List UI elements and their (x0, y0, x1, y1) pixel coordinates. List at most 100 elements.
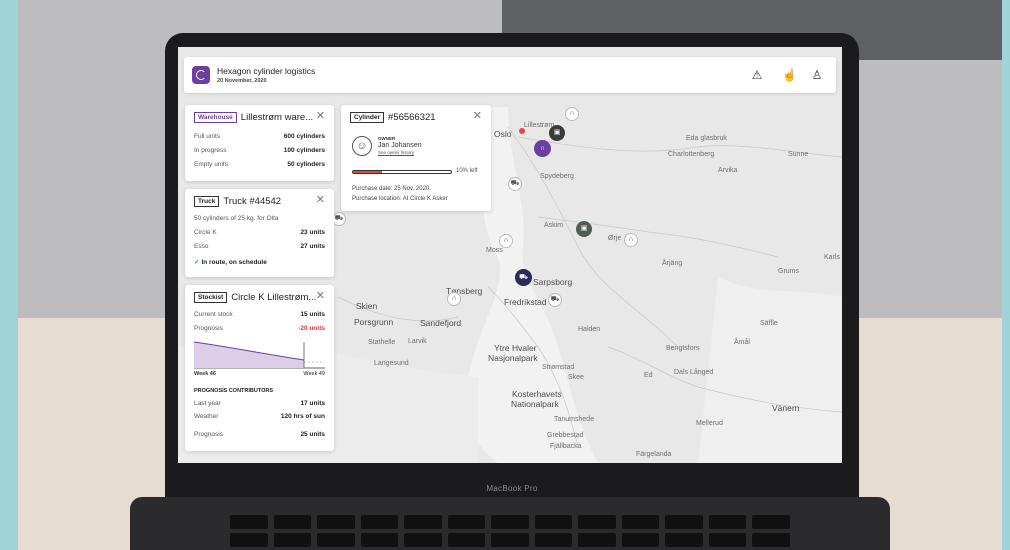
keyboard-row (230, 515, 790, 529)
alert-dot (519, 128, 525, 134)
contributors-heading: PROGNOSIS CONTRIBUTORS (194, 388, 274, 394)
stockist-map-pin[interactable]: ∩ (624, 233, 638, 247)
map-label: Halden (578, 326, 601, 333)
stockist-card[interactable]: Stockist Circle K Lillestrøm... ✕ Current… (185, 285, 334, 451)
map-label: Strømstad (542, 364, 575, 371)
warehouse-map-pin[interactable]: ▣ (549, 125, 565, 141)
user-icon[interactable]: ♙ (810, 68, 824, 82)
fill-level-bar (352, 170, 452, 174)
map-label: Spydeberg (540, 173, 574, 180)
app-title: Hexagon cylinder logistics (217, 66, 316, 76)
stockist-row: Current stock 15 units (194, 311, 325, 318)
map-label: Larvik (408, 338, 427, 345)
map-label: Skien (356, 301, 378, 311)
warehouse-row: Empty units 50 cylinders (194, 161, 325, 168)
keyboard-row (230, 533, 790, 547)
check-icon: ✓ (194, 259, 200, 266)
cylinder-title: #56566321 (388, 112, 436, 124)
warehouse-row: Full units 600 cylinders (194, 133, 325, 140)
map-label: Grebbestad (547, 432, 584, 439)
map-label: Fredrikstad (504, 297, 547, 307)
device-label: MacBook Pro (486, 484, 538, 493)
map-label: Ørje (608, 235, 622, 242)
chart-axis: Week 46 Week 49 (194, 371, 325, 377)
map-label: Sandefjord (420, 318, 462, 328)
warehouse-row: In progress 100 cylinders (194, 147, 325, 154)
card-title-row: Cylinder #56566321 (350, 112, 436, 123)
close-icon[interactable]: ✕ (316, 111, 325, 122)
prognosis-total-row: Prognosis 25 units (194, 431, 325, 438)
map-label: Charlottenberg (668, 151, 715, 158)
truck-tag: Truck (194, 196, 220, 207)
map-label: Dals Långed (674, 369, 714, 376)
hexagon-logo-icon[interactable] (192, 66, 210, 84)
card-title-row: Stockist Circle K Lillestrøm... (194, 292, 316, 303)
app-header: Hexagon cylinder logistics 20 November, … (184, 57, 836, 93)
selected-stockist-map-pin[interactable]: ∩ (534, 140, 551, 157)
map-label: Åmål (734, 339, 750, 346)
contributor-row: Weather 120 hrs of sun (194, 413, 325, 420)
purchase-location: Purchase location: At Circle K Asker (352, 196, 448, 202)
close-icon[interactable]: ✕ (316, 195, 325, 206)
stockist-row: Prognosis -20 units (194, 325, 325, 332)
truck-row: Circle K 23 units (194, 229, 325, 236)
close-icon[interactable]: ✕ (473, 111, 482, 122)
map-label: Sarpsborg (533, 277, 573, 287)
map-label: Moss (486, 247, 503, 254)
prognosis-chart (194, 341, 325, 369)
warehouse-title: Lillestrøm ware... (240, 112, 314, 124)
laptop-keyboard (130, 497, 890, 550)
map-label: Oslo (494, 129, 512, 139)
map-label: Porsgrunn (354, 317, 394, 327)
map-label: Säffle (760, 320, 778, 327)
background-frame-right (1002, 0, 1010, 550)
map-label: Kosterhavets (512, 389, 562, 399)
hand-icon[interactable]: ☝ (782, 68, 797, 82)
app-screen: Oslo Lillestrøm Eda glasbruk Charlottenb… (178, 47, 842, 463)
truck-map-pin[interactable]: ⛟ (508, 177, 522, 191)
map-label: Mellerud (696, 420, 723, 427)
map-label: Langesund (374, 360, 409, 367)
truck-card[interactable]: Truck Truck #44542 ✕ 50 cylinders of 25 k… (185, 189, 334, 277)
map-label: Bengtsfors (666, 345, 700, 352)
truck-map-pin[interactable]: ⛟ (332, 212, 346, 226)
map-label: Karls (824, 254, 840, 261)
map-label: Sunne (788, 151, 809, 158)
owner-label: OWNER (378, 136, 396, 141)
fill-level-text: 10% left (456, 168, 478, 174)
stockist-map-pin[interactable]: ∩ (447, 292, 461, 306)
purchase-date: Purchase date: 25 Nov, 2020. (352, 186, 431, 192)
map-label: Fjällbacka (550, 443, 582, 450)
contributor-row: Last year 17 units (194, 400, 325, 407)
close-icon[interactable]: ✕ (316, 291, 325, 302)
map-label: Färgelanda (636, 451, 672, 458)
stockist-title: Circle K Lillestrøm... (231, 292, 317, 304)
map-label: Grums (778, 268, 799, 275)
map-label: Askim (544, 222, 564, 229)
map-label: Årjäng (662, 260, 683, 267)
truck-map-pin[interactable]: ⛟ (548, 293, 562, 307)
stockist-map-pin[interactable]: ∩ (499, 234, 513, 248)
warning-icon[interactable]: ⚠ (750, 68, 764, 82)
owner-history-link[interactable]: See owner history (378, 150, 414, 155)
truck-row: Esso 27 units (194, 243, 325, 250)
warehouse-card[interactable]: Warehouse Lillestrøm ware... ✕ Full units… (185, 105, 334, 181)
truck-status: ✓ In route, on schedule (194, 259, 267, 266)
cylinder-card[interactable]: Cylinder #56566321 ✕ ☺ OWNER Jan Johansen… (341, 105, 491, 211)
owner-avatar-icon: ☺ (352, 136, 372, 156)
map-label: Nationalpark (511, 399, 559, 409)
background-frame-left (0, 0, 18, 550)
app-date: 20 November, 2020 (217, 78, 267, 84)
map-label: Nasjonalpark (488, 353, 538, 363)
warehouse-map-pin[interactable]: ▣ (576, 221, 592, 237)
card-title-row: Truck Truck #44542 (194, 196, 281, 207)
map-label: Vänern (772, 403, 800, 413)
map-label: Tanumshede (554, 416, 595, 423)
truck-subtitle: 50 cylinders of 25 kg. for Olta (194, 215, 279, 222)
stockist-tag: Stockist (194, 292, 228, 303)
owner-name: Jan Johansen (378, 142, 422, 149)
stockist-map-pin[interactable]: ∩ (565, 107, 579, 121)
map-label: Ed (644, 372, 653, 379)
cylinder-tag: Cylinder (350, 112, 385, 123)
truck-map-pin[interactable]: ⛟ (515, 269, 532, 286)
